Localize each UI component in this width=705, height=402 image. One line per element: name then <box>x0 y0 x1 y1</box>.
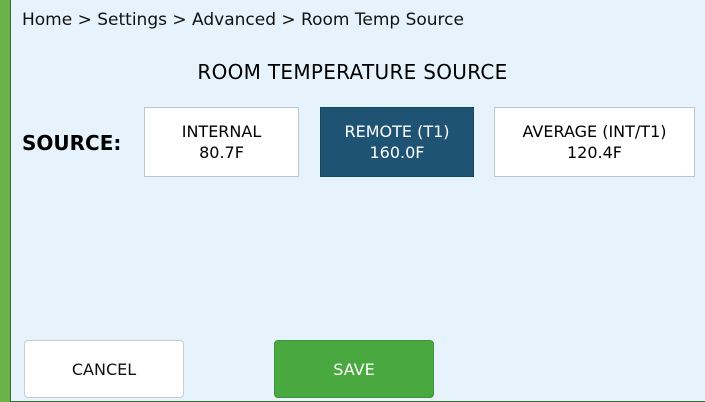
source-label: SOURCE: <box>22 131 122 155</box>
option-label: INTERNAL <box>181 122 262 141</box>
option-temperature: 80.7F <box>199 143 244 162</box>
page-title: ROOM TEMPERATURE SOURCE <box>197 60 508 84</box>
screen: Home > Settings > Advanced > Room Temp S… <box>0 0 705 402</box>
breadcrumb: Home > Settings > Advanced > Room Temp S… <box>22 10 464 30</box>
cancel-button[interactable]: CANCEL <box>24 340 184 398</box>
source-option-remote[interactable]: REMOTE (T1) 160.0F <box>320 107 474 177</box>
option-label: AVERAGE (INT/T1) <box>522 122 667 141</box>
source-option-internal[interactable]: INTERNAL 80.7F <box>144 107 299 177</box>
source-option-average[interactable]: AVERAGE (INT/T1) 120.4F <box>494 107 695 177</box>
option-label: REMOTE (T1) <box>344 122 450 141</box>
option-temperature: 160.0F <box>369 143 425 162</box>
option-temperature: 120.4F <box>566 143 622 162</box>
save-button[interactable]: SAVE <box>274 340 434 398</box>
